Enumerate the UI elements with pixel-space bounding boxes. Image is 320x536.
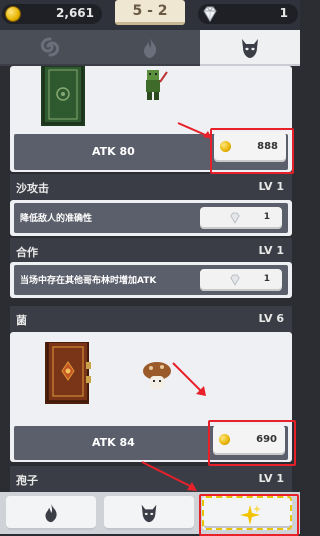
skill-level: LV 1 bbox=[258, 180, 285, 193]
skill-header-sand-attack: 沙攻击 LV 1 bbox=[10, 174, 292, 200]
arrow-annotation bbox=[172, 362, 206, 396]
skill-name: 沙攻击 bbox=[16, 182, 49, 195]
top-bar: 2,661 5 - 2 1 bbox=[0, 0, 300, 30]
gold-coin-icon bbox=[219, 434, 230, 445]
skill-name: 孢子 bbox=[16, 474, 38, 487]
mushroom-sprite-icon bbox=[143, 362, 171, 389]
skill-row-cooperation: 当场中存在其他哥布林时增加ATK 1 bbox=[14, 265, 288, 295]
tab-demon[interactable] bbox=[200, 30, 300, 66]
diamond-icon bbox=[230, 274, 240, 286]
skill-row-sand-attack: 降低敌人的准确性 1 bbox=[14, 203, 288, 233]
demon-mask-icon bbox=[141, 504, 157, 523]
gem-upgrade-button[interactable]: 1 bbox=[200, 269, 282, 291]
upgrade-cost: 690 bbox=[256, 434, 277, 445]
tab-swirl[interactable] bbox=[0, 30, 100, 66]
skill-name: 菌 bbox=[16, 314, 27, 327]
category-tabs bbox=[0, 30, 300, 66]
skill-level: LV 1 bbox=[258, 244, 285, 257]
gem-cost: 1 bbox=[263, 212, 270, 222]
flame-icon bbox=[45, 503, 57, 523]
goblin-sprite-icon bbox=[146, 70, 168, 100]
skill-header-mushroom: 菌 LV 6 bbox=[10, 306, 292, 332]
diamond-icon bbox=[203, 6, 217, 22]
tab-flame[interactable] bbox=[100, 30, 200, 66]
upgrade-button-4[interactable]: 690 bbox=[213, 425, 285, 455]
brown-book-icon bbox=[45, 342, 91, 404]
demon-button[interactable] bbox=[104, 496, 194, 530]
flame-button[interactable] bbox=[6, 496, 96, 530]
gem-counter: 1 bbox=[198, 4, 298, 24]
upgrade-button-1[interactable]: 888 bbox=[214, 132, 286, 162]
skill-level: LV 6 bbox=[258, 312, 285, 325]
upgrade-cost: 888 bbox=[257, 141, 278, 152]
gold-amount: 2,661 bbox=[56, 6, 94, 20]
skill-description: 降低敌人的准确性 bbox=[20, 214, 93, 224]
gold-coin-icon bbox=[220, 141, 231, 152]
gem-cost: 1 bbox=[263, 274, 270, 284]
skill-header-cooperation: 合作 LV 1 bbox=[10, 238, 292, 264]
diamond-icon bbox=[230, 212, 240, 224]
gold-counter: 2,661 bbox=[2, 4, 102, 24]
demon-mask-icon bbox=[242, 39, 258, 58]
gem-amount: 1 bbox=[279, 6, 288, 20]
skill-name: 合作 bbox=[16, 246, 38, 259]
skill-description: 当场中存在其他哥布林时增加ATK bbox=[20, 276, 157, 286]
stage-indicator: 5 - 2 bbox=[115, 0, 185, 25]
green-book-icon bbox=[41, 66, 85, 126]
swirl-icon bbox=[40, 37, 60, 57]
atk-label: ATK 80 bbox=[92, 145, 135, 158]
flame-icon bbox=[144, 38, 157, 58]
atk-label: ATK 84 bbox=[92, 436, 135, 449]
highlight-box bbox=[199, 494, 299, 536]
skill-level: LV 1 bbox=[258, 472, 285, 485]
gem-upgrade-button[interactable]: 1 bbox=[200, 207, 282, 229]
gold-coin-icon bbox=[6, 7, 20, 21]
arrow-annotation bbox=[141, 461, 197, 491]
